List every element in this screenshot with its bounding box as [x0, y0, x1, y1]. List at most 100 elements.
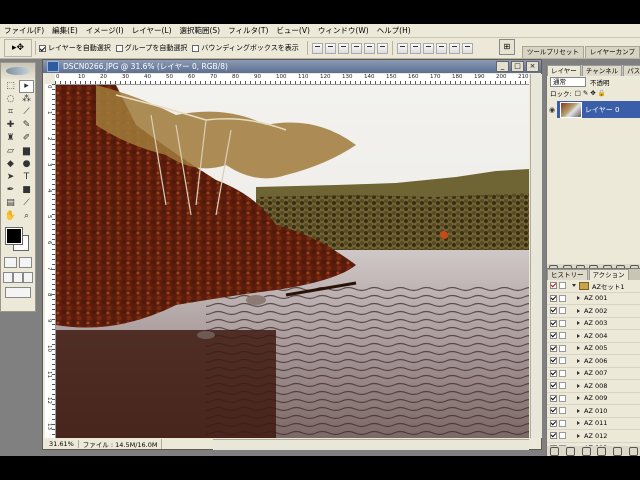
magic-wand-tool-icon[interactable]: ⁂ — [19, 93, 34, 106]
lock-icons[interactable]: □ ✎ ✥ 🔒 — [575, 89, 606, 97]
tab-history[interactable]: ヒストリー — [547, 269, 588, 280]
pen-tool-icon[interactable]: ✒ — [3, 184, 18, 197]
action-toggle-check[interactable] — [550, 419, 557, 427]
expand-triangle-icon[interactable] — [577, 396, 580, 401]
type-tool-icon[interactable]: T — [19, 171, 34, 184]
align-vcenter-button[interactable] — [324, 42, 336, 54]
menu-edit[interactable]: 編集(E) — [48, 24, 82, 37]
action-item[interactable]: AZ 003 — [547, 318, 640, 330]
menu-file[interactable]: ファイル(F) — [0, 24, 48, 37]
align-right-button[interactable] — [376, 42, 388, 54]
move-tool-icon[interactable]: ▸ — [19, 80, 34, 93]
dialog-toggle-box[interactable] — [559, 432, 566, 440]
screen-mode-standard-button[interactable] — [3, 272, 13, 283]
vertical-scrollbar[interactable] — [530, 74, 542, 438]
dialog-toggle-box[interactable] — [559, 282, 566, 290]
document-title-bar[interactable]: DSCN0266.JPG @ 31.6% (レイヤー 0, RGB/8) _ □… — [43, 60, 541, 73]
imageready-jump-button[interactable] — [5, 287, 31, 298]
checkbox-box[interactable] — [39, 44, 46, 52]
action-toggle-check[interactable] — [550, 357, 557, 365]
expand-triangle-icon[interactable] — [577, 296, 580, 301]
hand-tool-icon[interactable]: ✋ — [3, 210, 18, 223]
menu-view[interactable]: ビュー(V) — [272, 24, 313, 37]
eye-icon[interactable]: ◉ — [547, 101, 557, 118]
action-item[interactable]: AZ 004 — [547, 330, 640, 343]
horizontal-scrollbar[interactable] — [213, 439, 529, 450]
menu-help[interactable]: ヘルプ(H) — [373, 24, 415, 37]
notes-tool-icon[interactable]: ▤ — [3, 197, 18, 210]
action-item[interactable]: AZ 002 — [547, 305, 640, 318]
action-toggle-check[interactable] — [550, 319, 557, 327]
brush-tool-icon[interactable]: ✎ — [19, 119, 34, 132]
tab-actions[interactable]: アクション — [588, 269, 629, 280]
checkbox-box[interactable] — [192, 44, 200, 52]
crop-tool-icon[interactable]: ⌗ — [3, 106, 18, 119]
action-toggle-check[interactable] — [550, 294, 557, 302]
menu-image[interactable]: イメージ(I) — [82, 24, 128, 37]
auto-select-layer-checkbox[interactable]: レイヤーを自動選択 — [39, 43, 111, 53]
align-top-button[interactable] — [311, 42, 323, 54]
screen-mode-full-menu-button[interactable] — [13, 272, 23, 283]
set-toggle-check[interactable] — [550, 282, 557, 290]
foreground-color-swatch[interactable] — [5, 227, 23, 245]
dialog-toggle-box[interactable] — [559, 307, 566, 315]
expand-triangle-icon[interactable] — [577, 358, 580, 363]
align-left-button[interactable] — [350, 42, 362, 54]
action-item[interactable]: AZ 010 — [547, 405, 640, 418]
dialog-toggle-box[interactable] — [559, 382, 566, 390]
menu-window[interactable]: ウィンドウ(W) — [314, 24, 373, 37]
dialog-toggle-box[interactable] — [559, 407, 566, 415]
horizontal-ruler[interactable]: 0 10 20 30 40 50 60 70 80 90 100 110 120 130 140 150 160… — [55, 74, 529, 85]
action-toggle-check[interactable] — [550, 307, 557, 315]
action-toggle-check[interactable] — [550, 394, 557, 402]
expand-triangle-icon[interactable] — [577, 433, 580, 438]
dialog-toggle-box[interactable] — [559, 394, 566, 402]
expand-triangle-icon[interactable] — [577, 321, 580, 326]
standard-mode-button[interactable] — [4, 257, 17, 268]
eyedropper-tool-icon[interactable]: ⟋ — [19, 197, 34, 210]
play-icon[interactable] — [581, 447, 591, 456]
menu-select[interactable]: 選択範囲(S) — [176, 24, 225, 37]
shape-tool-icon[interactable]: ■ — [19, 184, 34, 197]
distribute-right-button[interactable] — [461, 42, 473, 54]
expand-triangle-icon[interactable] — [577, 308, 580, 313]
expand-triangle-icon[interactable] — [577, 346, 580, 351]
slice-tool-icon[interactable]: ⟋ — [19, 106, 34, 119]
action-item[interactable]: AZ 012 — [547, 430, 640, 443]
path-select-tool-icon[interactable]: ➤ — [3, 171, 18, 184]
distribute-left-button[interactable] — [435, 42, 447, 54]
action-item[interactable]: AZ 007 — [547, 368, 640, 380]
auto-select-group-checkbox[interactable]: グループを自動選択 — [115, 43, 187, 53]
lasso-tool-icon[interactable]: ◌ — [3, 93, 18, 106]
distribute-vcenter-button[interactable] — [409, 42, 421, 54]
dialog-toggle-box[interactable] — [559, 332, 566, 340]
layer-name[interactable]: レイヤー 0 — [585, 105, 619, 115]
dialog-toggle-box[interactable] — [559, 319, 566, 327]
dialog-toggle-box[interactable] — [559, 357, 566, 365]
maximize-button[interactable]: □ — [511, 61, 524, 72]
tab-paths[interactable]: パス — [623, 65, 640, 76]
screen-mode-full-button[interactable] — [23, 272, 33, 283]
action-set-row[interactable]: AZセット1 — [547, 280, 640, 293]
dialog-toggle-box[interactable] — [559, 369, 566, 377]
action-toggle-check[interactable] — [550, 432, 557, 440]
stamp-tool-icon[interactable]: ♜ — [3, 132, 18, 145]
layer-row[interactable]: ◉ レイヤー 0 — [547, 101, 640, 118]
blend-mode-select[interactable]: 通常 — [550, 76, 586, 87]
record-icon[interactable] — [565, 447, 575, 456]
action-item[interactable]: AZ 011 — [547, 418, 640, 430]
action-item[interactable]: AZ 009 — [547, 393, 640, 405]
zoom-level[interactable]: 31.61% — [45, 440, 79, 448]
close-button[interactable]: × — [526, 61, 539, 72]
quick-mask-button[interactable] — [19, 257, 32, 268]
zoom-tool-icon[interactable]: ⌕ — [19, 210, 34, 223]
align-bottom-button[interactable] — [337, 42, 349, 54]
distribute-top-button[interactable] — [396, 42, 408, 54]
new-action-icon[interactable] — [612, 447, 622, 456]
expand-triangle-icon[interactable] — [572, 284, 576, 288]
menu-layer[interactable]: レイヤー(L) — [128, 24, 176, 37]
dodge-tool-icon[interactable]: ● — [19, 158, 34, 171]
expand-triangle-icon[interactable] — [577, 383, 580, 388]
action-toggle-check[interactable] — [550, 382, 557, 390]
tab-tool-presets[interactable]: ツールプリセット — [521, 46, 584, 58]
